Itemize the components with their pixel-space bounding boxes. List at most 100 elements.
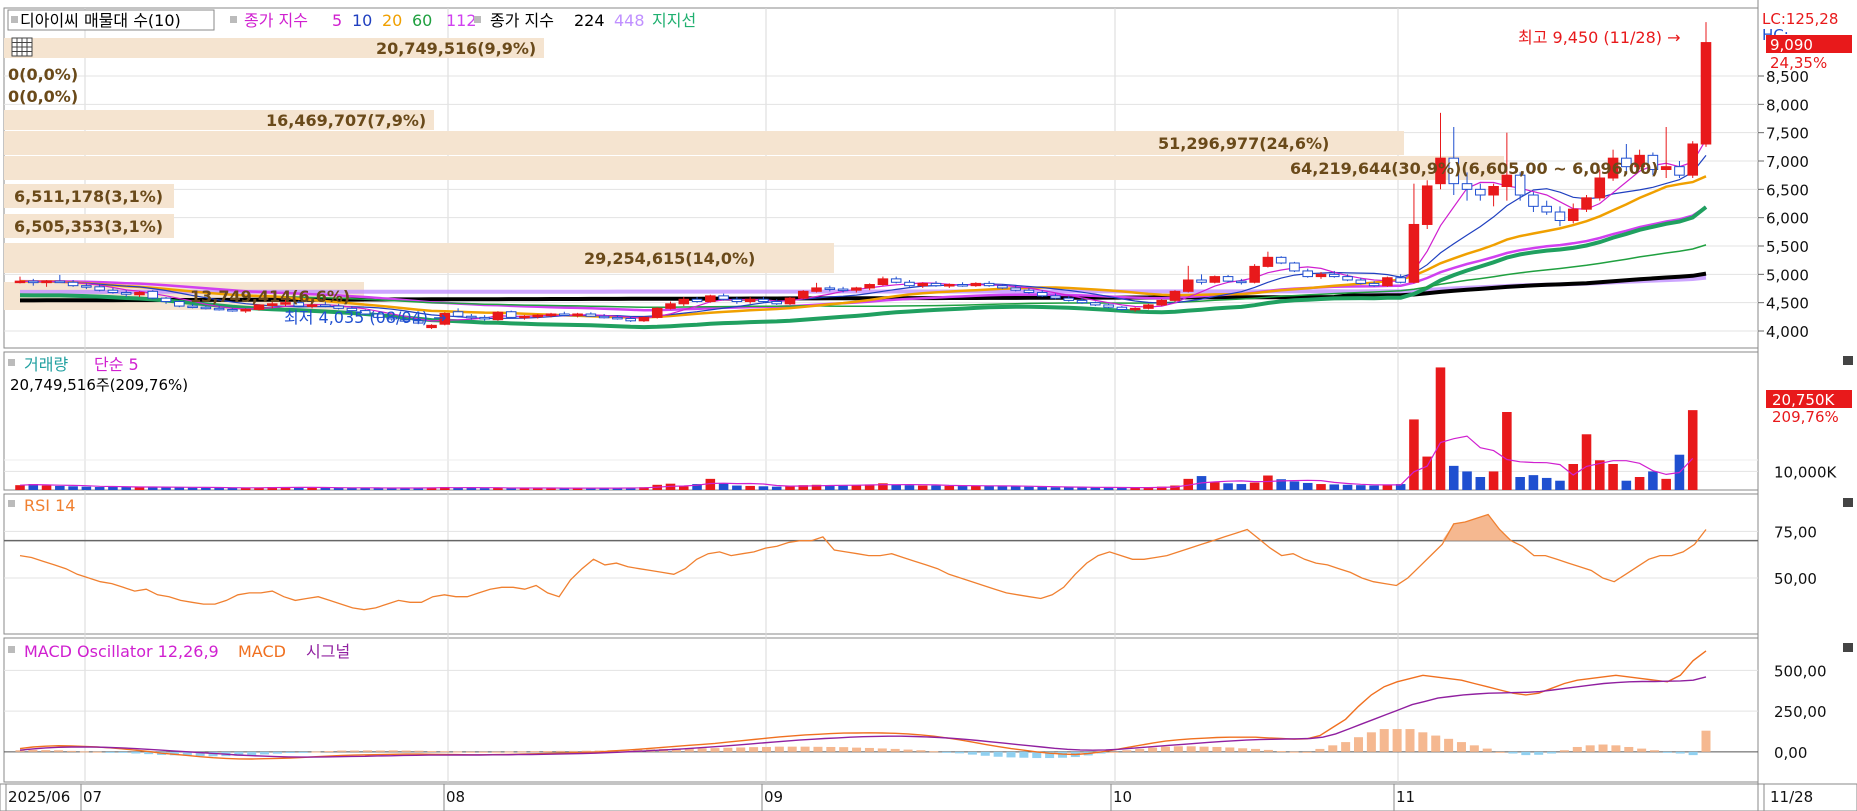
candle-body [944, 284, 955, 287]
volume-profile-bar [4, 156, 1504, 180]
macd-osc-bar [1289, 751, 1299, 753]
stock-chart-svg[interactable]: 2025/06 07 08 09 10 11 11/288,5008,0007,5007,0… [0, 0, 1857, 811]
macd-tick-label: 250,00 [1774, 703, 1827, 721]
candle-body [213, 307, 225, 311]
macd-osc-bar [491, 751, 501, 753]
volume-tick-label: 10,000K [1774, 463, 1837, 481]
volume-current-label: 20,750K [1772, 391, 1835, 409]
candle-body [665, 303, 676, 309]
macd-osc-bar [1444, 738, 1454, 752]
macd-osc-bar [697, 748, 707, 752]
macd-osc-bar [749, 747, 759, 752]
macd-osc-bar [723, 747, 733, 752]
volume-profile-label: 16,469,707(7,9%) [266, 111, 426, 130]
ma-legend-period: 112 [446, 11, 477, 30]
volume-bar [1050, 487, 1061, 490]
volume-bar [891, 484, 901, 490]
volume-bar [1329, 484, 1340, 490]
price-tick-label: 4,500 [1766, 295, 1809, 313]
candle-body [532, 314, 544, 318]
candle-body [1315, 273, 1327, 278]
candle-body [1050, 295, 1061, 299]
candle-body [904, 281, 915, 287]
volume-bar [121, 487, 131, 490]
candle-body [877, 278, 889, 286]
candle-body [572, 313, 583, 316]
legend-bullet [8, 646, 15, 653]
volume-bar [984, 485, 994, 490]
macd-osc-bar [1534, 751, 1544, 755]
candle-body [1063, 297, 1075, 301]
volume-bar [957, 485, 968, 490]
candle-body [1209, 276, 1221, 283]
volume-bar [1037, 487, 1047, 490]
macd-osc-bar [79, 751, 89, 753]
candle-body [1156, 299, 1167, 306]
price-tick-label: 6,000 [1766, 210, 1809, 228]
macd-osc-bar [1379, 729, 1389, 752]
candle-body [705, 295, 716, 303]
price-tick-label: 5,500 [1766, 238, 1809, 256]
candle-body [54, 280, 66, 284]
candle-body [1262, 256, 1274, 267]
volume-bar [1249, 482, 1260, 490]
volume-bar [1608, 464, 1618, 490]
candle-body [691, 298, 703, 303]
volume-bar [838, 485, 848, 490]
candle-body [1302, 270, 1314, 278]
macd-osc-bar [375, 750, 385, 752]
macd-osc-bar [1701, 730, 1711, 752]
candle-body [1475, 188, 1486, 196]
candle-body [1143, 304, 1154, 309]
volume-bar [1409, 419, 1419, 490]
panel-close-icon [1843, 498, 1853, 507]
current-price-label: 9,090 [1770, 36, 1813, 54]
stock-chart-window: 2025/06 07 08 09 10 11 11/28 8,500 8,000 7,500 7,0… [0, 0, 1857, 811]
macd-osc-bar [1418, 732, 1428, 752]
candle-body [1222, 276, 1234, 282]
ma2-legend-title: 종가 지수 [490, 11, 554, 30]
candle-body [1674, 166, 1685, 176]
volume-bar [1661, 478, 1671, 490]
volume-bar [466, 487, 477, 490]
macd-osc-bar [92, 751, 102, 753]
macd-osc-bar [1006, 751, 1016, 758]
candle-body [1036, 291, 1048, 297]
macd-osc-bar [1650, 750, 1660, 752]
candle-body [1182, 279, 1194, 292]
macd-osc-bar [813, 746, 823, 752]
candle-body [784, 297, 796, 305]
macd-osc-bar [1135, 748, 1145, 752]
macd-osc-bar [118, 751, 128, 753]
macd-osc-bar [1547, 751, 1557, 754]
candle-body [1700, 42, 1712, 145]
volume-bar [1077, 487, 1087, 490]
legend-bullet [8, 500, 15, 507]
macd-osc-bar [877, 748, 887, 752]
candle-body [651, 307, 663, 318]
candle-body [545, 313, 557, 317]
candle-body [625, 318, 636, 322]
macd-osc-bar [131, 751, 141, 754]
volume-bar [479, 488, 490, 490]
volume-bar [944, 485, 955, 490]
candle-body [824, 287, 836, 290]
candle-body [718, 295, 729, 300]
candle-body [147, 290, 159, 299]
macd-osc-bar [105, 751, 115, 753]
macd-tick-label: 0,00 [1774, 744, 1807, 762]
ma-legend-title: 종가 지수 [244, 11, 308, 30]
candle-body [678, 298, 690, 305]
legend-bullet [230, 16, 237, 23]
macd-osc-bar [28, 749, 38, 752]
macd-osc-bar [388, 750, 398, 752]
macd-osc-bar [362, 750, 373, 752]
candle-body [890, 278, 902, 283]
macd-osc-bar [1276, 751, 1286, 753]
macd-osc-bar [453, 751, 463, 753]
candle-body [240, 308, 251, 312]
volume-bar [1369, 485, 1379, 490]
candle-body [1076, 299, 1088, 304]
macd-osc-bar [556, 750, 566, 752]
volume-bar [1634, 477, 1645, 490]
